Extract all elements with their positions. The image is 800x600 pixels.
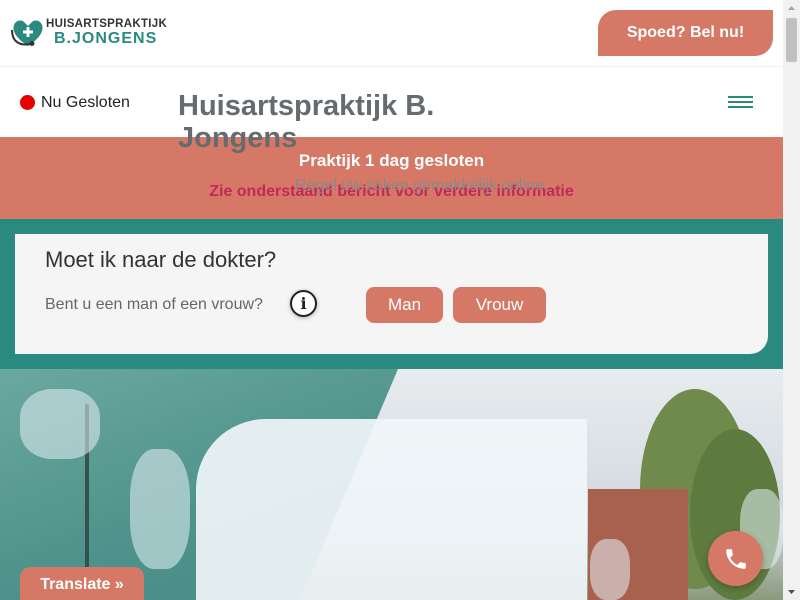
scroll-down-arrow-icon[interactable] [783,583,800,600]
woman-button[interactable]: Vrouw [453,287,546,323]
emergency-call-button[interactable]: Spoed? Bel nu! [598,10,773,56]
triage-question: Bent u een man of een vrouw? [45,296,263,313]
triage-title: Moet ik naar de dokter? [45,247,277,272]
phone-call-button[interactable] [708,531,763,586]
status-label: Nu Gesloten [41,94,130,111]
triage-section: Moet ik naar de dokter? Bent u een man o… [0,219,783,369]
phone-icon [725,548,746,569]
closed-status-indicator [20,95,35,110]
hero-subtitle: Regel uw zaken gemakkelijk online: [295,177,549,194]
stethoscope-heart-icon [11,20,43,46]
vertical-scrollbar[interactable] [783,0,800,600]
logo-text-top: HUISARTSPRAKTIJK [46,18,168,30]
info-icon[interactable]: i [290,290,317,317]
site-header: HUISARTSPRAKTIJK B.JONGENS Spoed? Bel nu… [0,0,783,64]
site-logo[interactable]: HUISARTSPRAKTIJK B.JONGENS [10,14,170,54]
triage-card: Moet ik naar de dokter? Bent u een man o… [15,234,768,354]
hamburger-icon[interactable] [728,96,753,110]
scrollbar-thumb[interactable] [786,18,797,62]
translate-button[interactable]: Translate » [20,567,144,600]
man-button[interactable]: Man [366,287,443,323]
hero-card [196,419,587,600]
notice-title: Praktijk 1 dag gesloten [298,151,485,170]
hero-title: Huisartspraktijk B. Jongens [178,90,435,154]
logo-text-name: B.JONGENS [54,30,158,47]
hero-section [0,369,783,600]
scroll-up-arrow-icon[interactable] [783,0,800,17]
